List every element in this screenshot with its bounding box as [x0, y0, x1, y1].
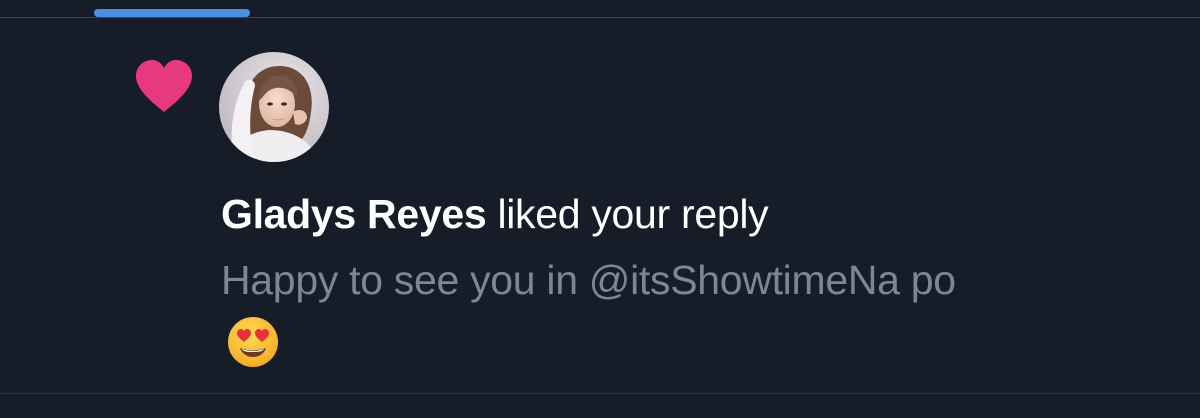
active-tab-indicator — [94, 9, 250, 17]
top-divider — [0, 17, 1200, 18]
bottom-divider — [0, 393, 1200, 394]
heart-icon — [136, 60, 192, 112]
action-text: liked your reply — [497, 191, 769, 237]
heart-eyes-emoji-icon — [228, 317, 278, 367]
notification-headline: Gladys Reyes liked your reply — [221, 188, 769, 240]
avatar-image — [219, 52, 329, 162]
reply-text: Happy to see you in @itsShowtimeNa po — [221, 257, 956, 303]
notification-page: Gladys Reyes liked your reply Happy to s… — [0, 0, 1200, 418]
user-name[interactable]: Gladys Reyes — [221, 191, 487, 237]
avatar[interactable] — [219, 52, 329, 162]
